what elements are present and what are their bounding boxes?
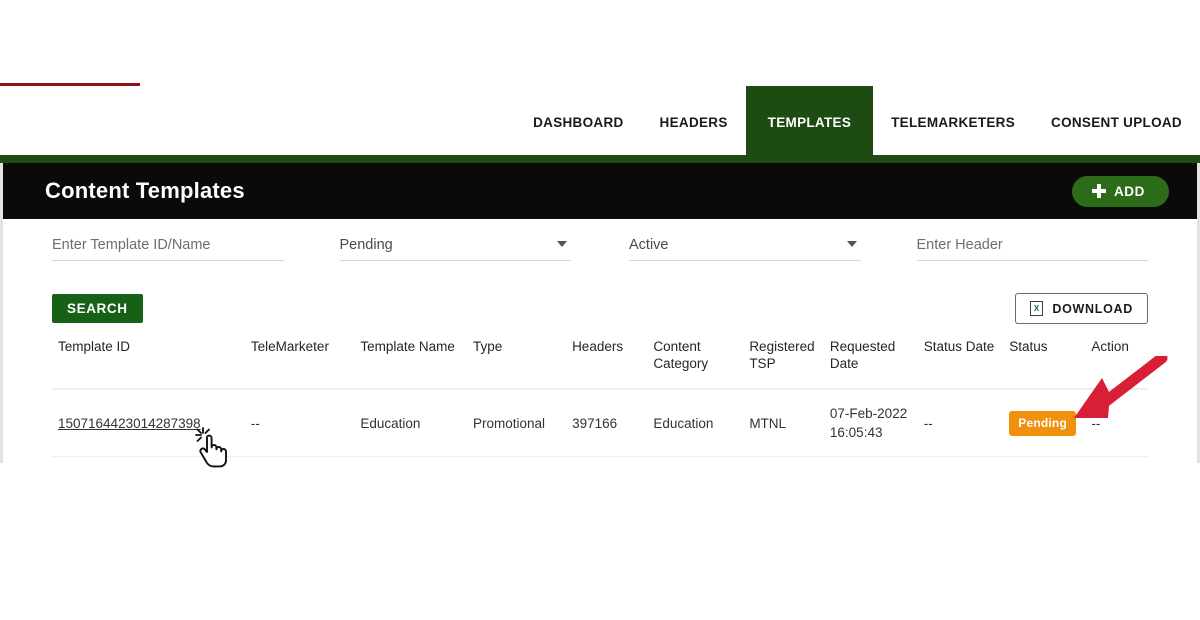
cell-status-date: -- [917, 389, 1004, 457]
nav-label-headers: HEADERS [659, 114, 728, 130]
active-select-value: Active [629, 237, 669, 253]
chevron-down-icon [846, 241, 857, 247]
top-navigation: DASHBOARD HEADERS TEMPLATES TELEMARKETER… [0, 86, 1200, 158]
cell-template-id: 1507164423014287398 [52, 389, 245, 457]
spreadsheet-icon: X [1030, 301, 1044, 316]
status-badge: Pending [1009, 410, 1076, 436]
cell-template-name: Education [354, 389, 467, 457]
nav-label-templates: TEMPLATES [767, 114, 852, 130]
chevron-down-icon [557, 241, 567, 247]
column-header-template-id[interactable]: Template ID [52, 330, 245, 390]
table-row: 1507164423014287398 -- Education Promoti… [52, 389, 1148, 457]
page-title: Content Templates [45, 178, 245, 203]
cell-status: Pending [1003, 389, 1086, 457]
nav-label-telemarketers: TELEMARKETERS [891, 114, 1016, 130]
active-select[interactable]: Active [629, 236, 861, 261]
table-header: Template ID TeleMarketer Template Name T… [52, 330, 1148, 390]
column-header-action[interactable]: Action [1085, 330, 1148, 390]
download-button-label: DOWNLOAD [1052, 301, 1133, 316]
filter-bar: Pending Active [0, 236, 1200, 261]
table-body: 1507164423014287398 -- Education Promoti… [52, 389, 1148, 457]
requested-date-time: 16:05:43 [829, 425, 883, 440]
status-select-value: Pending [339, 237, 393, 253]
nav-item-dashboard[interactable]: DASHBOARD [515, 86, 641, 158]
template-id-field[interactable] [52, 236, 284, 261]
templates-table: Template ID TeleMarketer Template Name T… [52, 330, 1148, 457]
nav-item-templates[interactable]: TEMPLATES [745, 86, 874, 158]
page-title-bar: Content Templates ADD [3, 163, 1197, 219]
column-header-telemarketer[interactable]: TeleMarketer [244, 330, 355, 390]
column-header-content-category[interactable]: Content Category [647, 330, 744, 390]
nav-item-telemarketers[interactable]: TELEMARKETERS [873, 86, 1033, 158]
requested-date-date: 07-Feb-2022 [829, 406, 908, 421]
header-input[interactable] [916, 237, 1148, 253]
nav-item-headers[interactable]: HEADERS [642, 86, 746, 158]
column-header-status-date[interactable]: Status Date [917, 330, 1004, 390]
column-header-template-name[interactable]: Template Name [354, 330, 467, 390]
search-button[interactable]: SEARCH [52, 294, 143, 323]
plus-icon [1091, 184, 1106, 198]
cell-telemarketer: -- [244, 389, 355, 457]
status-select[interactable]: Pending [339, 236, 571, 261]
nav-bottom-strip [0, 155, 1200, 163]
table-header-row: Template ID TeleMarketer Template Name T… [52, 330, 1148, 390]
nav-item-consent-upload[interactable]: CONSENT UPLOAD [1033, 86, 1200, 158]
template-id-input[interactable] [52, 237, 284, 253]
action-row: SEARCH X DOWNLOAD [0, 293, 1200, 324]
column-header-type[interactable]: Type [467, 330, 567, 390]
app-root: DASHBOARD HEADERS TEMPLATES TELEMARKETER… [0, 0, 1200, 620]
header-field[interactable] [916, 236, 1148, 261]
column-header-status[interactable]: Status [1003, 330, 1086, 390]
cell-content-category: Education [647, 389, 744, 457]
add-button-label: ADD [1113, 183, 1145, 199]
cell-type: Promotional [467, 389, 567, 457]
download-button[interactable]: X DOWNLOAD [1015, 293, 1148, 324]
nav-label-dashboard: DASHBOARD [533, 114, 624, 130]
cell-action: -- [1085, 389, 1148, 457]
cell-requested-date: 07-Feb-2022 16:05:43 [823, 389, 918, 457]
template-id-link[interactable]: 1507164423014287398 [58, 416, 201, 431]
column-header-registered-tsp[interactable]: Registered TSP [743, 330, 824, 390]
column-header-headers[interactable]: Headers [566, 330, 648, 390]
cell-headers: 397166 [566, 389, 648, 457]
add-button[interactable]: ADD [1071, 175, 1169, 207]
column-header-requested-date[interactable]: Requested Date [823, 330, 918, 390]
cell-registered-tsp: MTNL [743, 389, 824, 457]
nav-label-consent-upload: CONSENT UPLOAD [1051, 114, 1182, 130]
